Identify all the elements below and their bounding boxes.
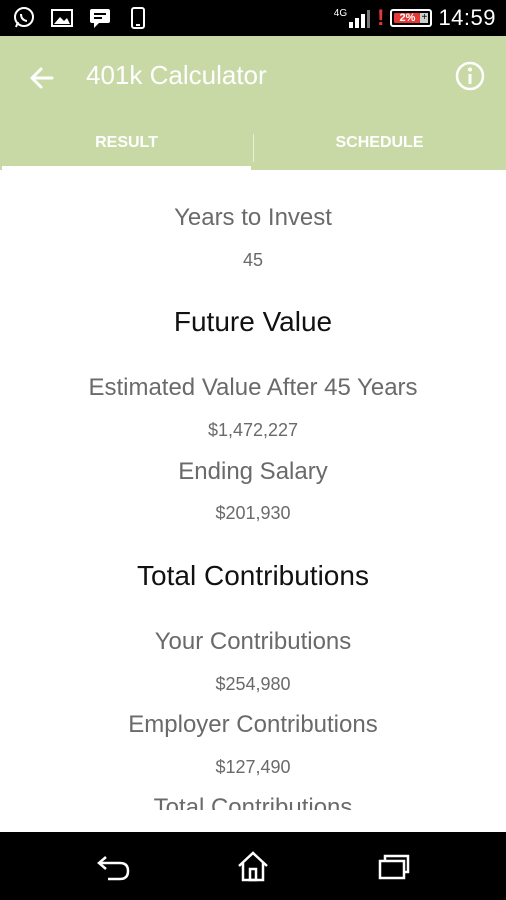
ending-salary-label: Ending Salary — [178, 458, 328, 485]
clock: 14:59 — [438, 5, 496, 30]
employer-contributions-value: $127,490 — [215, 757, 291, 777]
back-nav-icon[interactable] — [92, 846, 136, 886]
battery-icon: 2% + — [390, 9, 433, 27]
future-value-heading: Future Value — [173, 306, 333, 337]
years-to-invest-value: 45 — [242, 250, 264, 270]
your-contributions-label: Your Contributions — [154, 628, 352, 655]
total-contributions-heading: Total Contributions — [137, 560, 369, 591]
image-icon — [50, 6, 74, 30]
info-icon[interactable] — [452, 58, 488, 94]
employer-contributions-label: Employer Contributions — [128, 711, 378, 738]
navigation-bar — [0, 832, 506, 900]
phone-icon — [126, 6, 150, 30]
recent-apps-icon[interactable] — [372, 846, 416, 886]
tab-divider — [253, 134, 254, 162]
home-icon[interactable] — [231, 846, 275, 886]
years-to-invest-label: Years to Invest — [174, 204, 332, 231]
result-content: Years to Invest 45 Future Value Estimate… — [0, 170, 506, 810]
app-title: 401k Calculator — [86, 60, 267, 90]
app-screen: 4G ! 2% + 14:59 401k Calculator RESULT S… — [0, 0, 506, 900]
your-contributions-value: $254,980 — [215, 674, 291, 694]
estimated-value: $1,472,227 — [207, 420, 299, 440]
estimated-value-label: Estimated Value After 45 Years — [88, 374, 418, 401]
tab-schedule[interactable]: SCHEDULE — [253, 128, 506, 170]
warning-icon: ! — [377, 5, 385, 30]
status-bar: 4G ! 2% + 14:59 — [0, 0, 506, 36]
network-type: 4G — [333, 7, 348, 19]
ending-salary-value: $201,930 — [215, 503, 291, 523]
back-arrow-icon[interactable] — [22, 58, 62, 98]
battery-percentage: 2% — [399, 12, 416, 24]
app-bar: 401k Calculator RESULT SCHEDULE — [0, 36, 506, 170]
tab-result[interactable]: RESULT — [0, 128, 253, 170]
total-contributions-label: Total Contributions — [153, 794, 353, 810]
chat-icon — [88, 6, 112, 30]
whatsapp-icon — [12, 6, 36, 30]
signal-icon — [347, 6, 371, 30]
